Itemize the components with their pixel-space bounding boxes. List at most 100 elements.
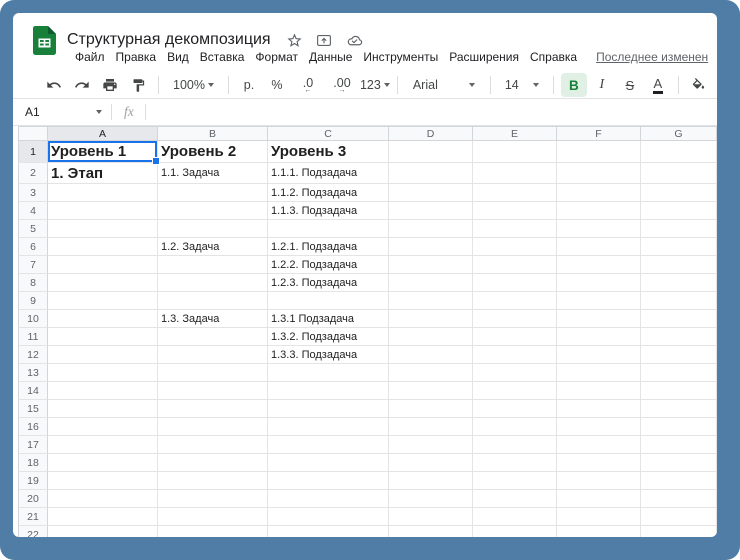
cell-B18[interactable] (158, 454, 268, 472)
fill-handle[interactable] (152, 157, 160, 165)
cell-C8[interactable]: 1.2.3. Подзадача (268, 274, 389, 292)
row-header-14[interactable]: 14 (18, 382, 48, 400)
row-header-16[interactable]: 16 (18, 418, 48, 436)
cell-B17[interactable] (158, 436, 268, 454)
cell-A17[interactable] (48, 436, 158, 454)
percent-format-button[interactable]: % (264, 73, 290, 97)
cell-D11[interactable] (389, 328, 473, 346)
cell-D12[interactable] (389, 346, 473, 364)
cell-B20[interactable] (158, 490, 268, 508)
cell-C15[interactable] (268, 400, 389, 418)
redo-button[interactable] (69, 73, 95, 97)
cell-G21[interactable] (641, 508, 717, 526)
cell-D16[interactable] (389, 418, 473, 436)
cell-F20[interactable] (557, 490, 641, 508)
cell-C14[interactable] (268, 382, 389, 400)
cell-G14[interactable] (641, 382, 717, 400)
cell-E18[interactable] (473, 454, 557, 472)
menu-item-7[interactable]: Инструменты (363, 50, 438, 64)
cell-G22[interactable] (641, 526, 717, 537)
row-header-1[interactable]: 1 (18, 141, 48, 163)
cell-B14[interactable] (158, 382, 268, 400)
cell-D13[interactable] (389, 364, 473, 382)
cell-G9[interactable] (641, 292, 717, 310)
cell-G7[interactable] (641, 256, 717, 274)
document-title[interactable]: Структурная декомпозиция (67, 31, 271, 49)
name-box[interactable]: A1 (13, 105, 111, 119)
menu-item-8[interactable]: Расширения (449, 50, 519, 64)
cell-B21[interactable] (158, 508, 268, 526)
row-header-21[interactable]: 21 (18, 508, 48, 526)
cell-E1[interactable] (473, 141, 557, 163)
cell-D19[interactable] (389, 472, 473, 490)
cell-G13[interactable] (641, 364, 717, 382)
cell-E2[interactable] (473, 163, 557, 184)
row-header-19[interactable]: 19 (18, 472, 48, 490)
cell-D22[interactable] (389, 526, 473, 537)
menu-item-3[interactable]: Вид (167, 50, 189, 64)
cell-E11[interactable] (473, 328, 557, 346)
cell-G19[interactable] (641, 472, 717, 490)
column-header-G[interactable]: G (641, 126, 717, 141)
cell-F4[interactable] (557, 202, 641, 220)
cell-A18[interactable] (48, 454, 158, 472)
cell-A7[interactable] (48, 256, 158, 274)
cell-B15[interactable] (158, 400, 268, 418)
cell-B7[interactable] (158, 256, 268, 274)
cell-E12[interactable] (473, 346, 557, 364)
cell-D8[interactable] (389, 274, 473, 292)
row-header-8[interactable]: 8 (18, 274, 48, 292)
italic-button[interactable]: I (589, 73, 615, 97)
cell-F10[interactable] (557, 310, 641, 328)
zoom-select[interactable]: 100% (166, 73, 221, 97)
cell-C18[interactable] (268, 454, 389, 472)
cell-A15[interactable] (48, 400, 158, 418)
cell-G18[interactable] (641, 454, 717, 472)
font-size-select[interactable]: 14 (498, 73, 546, 97)
cell-E22[interactable] (473, 526, 557, 537)
cell-F19[interactable] (557, 472, 641, 490)
cell-E15[interactable] (473, 400, 557, 418)
column-header-B[interactable]: B (158, 126, 268, 141)
cell-D10[interactable] (389, 310, 473, 328)
cell-A6[interactable] (48, 238, 158, 256)
cell-B6[interactable]: 1.2. Задача (158, 238, 268, 256)
cell-F16[interactable] (557, 418, 641, 436)
cell-A5[interactable] (48, 220, 158, 238)
cell-E16[interactable] (473, 418, 557, 436)
cell-F8[interactable] (557, 274, 641, 292)
paint-format-button[interactable] (125, 73, 151, 97)
move-to-folder-icon[interactable] (315, 32, 333, 49)
cell-C21[interactable] (268, 508, 389, 526)
column-header-C[interactable]: C (268, 126, 389, 141)
cell-A3[interactable] (48, 184, 158, 202)
cell-B2[interactable]: 1.1. Задача (158, 163, 268, 184)
cell-A14[interactable] (48, 382, 158, 400)
cell-C12[interactable]: 1.3.3. Подзадача (268, 346, 389, 364)
cell-C3[interactable]: 1.1.2. Подзадача (268, 184, 389, 202)
cell-B5[interactable] (158, 220, 268, 238)
column-header-A[interactable]: A (48, 126, 158, 141)
cell-B13[interactable] (158, 364, 268, 382)
cell-F11[interactable] (557, 328, 641, 346)
cell-A19[interactable] (48, 472, 158, 490)
cell-A11[interactable] (48, 328, 158, 346)
cell-D17[interactable] (389, 436, 473, 454)
row-header-22[interactable]: 22 (18, 526, 48, 537)
cell-D5[interactable] (389, 220, 473, 238)
cell-C7[interactable]: 1.2.2. Подзадача (268, 256, 389, 274)
more-formats-button[interactable]: 123 (360, 73, 390, 97)
cell-D20[interactable] (389, 490, 473, 508)
row-header-3[interactable]: 3 (18, 184, 48, 202)
row-header-9[interactable]: 9 (18, 292, 48, 310)
cell-A9[interactable] (48, 292, 158, 310)
cell-F21[interactable] (557, 508, 641, 526)
cell-B19[interactable] (158, 472, 268, 490)
cell-D18[interactable] (389, 454, 473, 472)
cell-C1[interactable]: Уровень 3 (268, 141, 389, 163)
cell-A8[interactable] (48, 274, 158, 292)
cell-F22[interactable] (557, 526, 641, 537)
cell-E3[interactable] (473, 184, 557, 202)
cell-B3[interactable] (158, 184, 268, 202)
cell-E14[interactable] (473, 382, 557, 400)
